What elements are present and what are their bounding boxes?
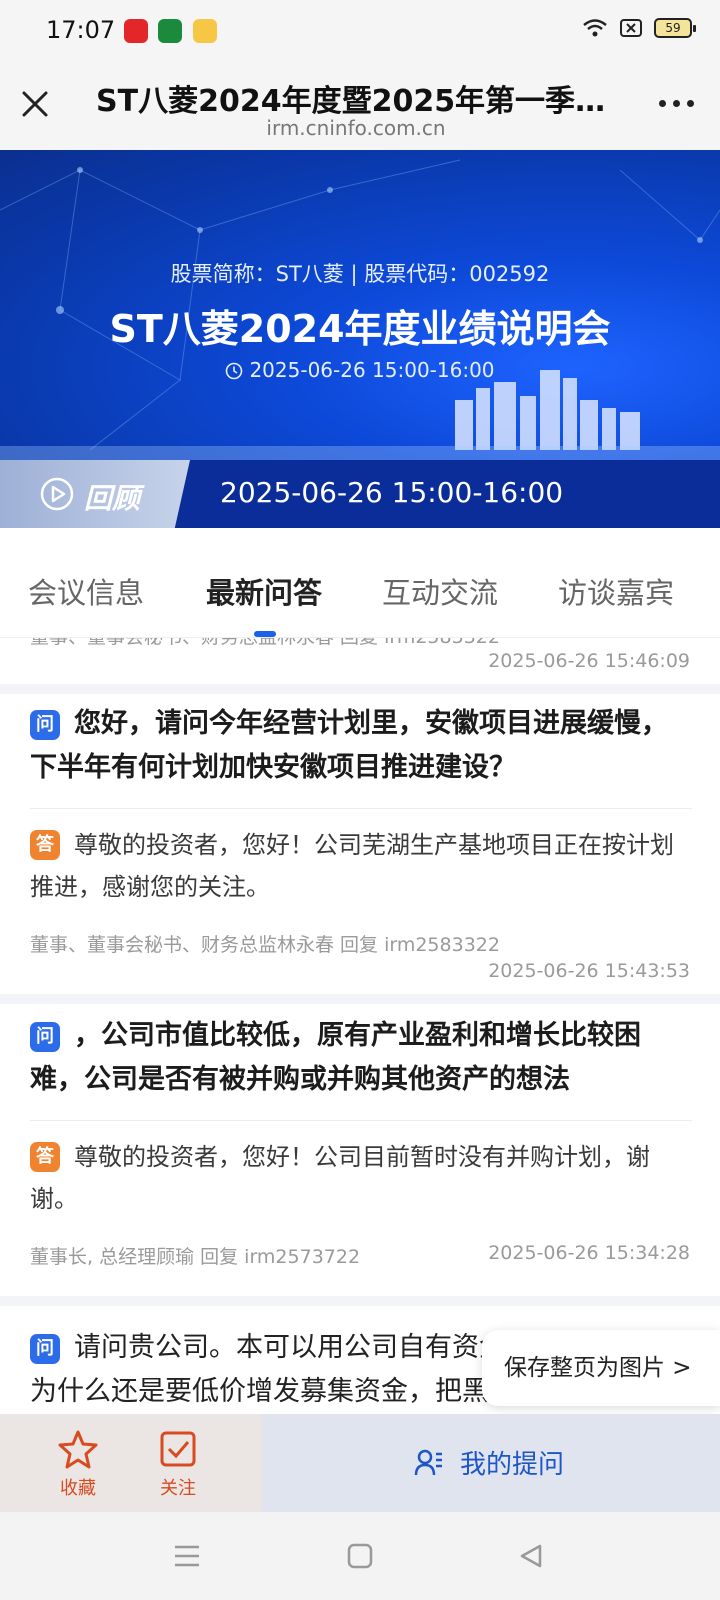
app-notification-icon <box>124 19 148 43</box>
follow-button[interactable]: 关注 <box>138 1428 218 1500</box>
qa-list: 董事、董事会秘书、财务总监林永春 回复 irm2583322 2025-06-2… <box>0 638 720 1414</box>
page-url: irm.cninfo.com.cn <box>266 116 446 140</box>
answer-meta: 董事长, 总经理顾瑜 回复 irm2573722 <box>30 1246 361 1268</box>
battery-icon: 59 <box>654 18 696 38</box>
replay-time: 2025-06-26 15:00-16:00 <box>220 476 564 509</box>
clock-icon <box>226 362 243 380</box>
more-options-icon[interactable] <box>659 100 694 107</box>
answer-meta: 董事、董事会秘书、财务总监林永春 回复 irm2583322 <box>30 638 500 649</box>
app-notification-icon <box>158 19 182 43</box>
status-bar: 17:07 59 <box>0 0 720 64</box>
question-text: 您好，请问今年经营计划里，安徽项目进展缓慢，下半年有何计划加快安徽项目推进建设？ <box>30 708 668 783</box>
tab-bar: 会议信息 最新问答 互动交流 访谈嘉宾 <box>0 528 720 638</box>
replay-bar: 回顾 2025-06-26 15:00-16:00 <box>0 460 720 528</box>
qa-card: 董事、董事会秘书、财务总监林永春 回复 irm2583322 2025-06-2… <box>0 638 720 684</box>
wifi-icon <box>583 19 607 37</box>
tab-meeting-info[interactable]: 会议信息 <box>28 570 144 612</box>
banner-time-text: 2025-06-26 15:00-16:00 <box>249 358 495 382</box>
menu-icon[interactable] <box>174 1544 200 1568</box>
action-left-panel: 收藏 关注 <box>0 1414 262 1512</box>
page-title: ST八菱2024年度暨2025年第一季度… <box>96 84 616 119</box>
banner-stock-info: 股票简称：ST八菱 | 股票代码：002592 <box>170 262 550 286</box>
user-question-icon <box>414 1449 442 1476</box>
answer-text: 尊敬的投资者，您好！公司目前暂时没有并购计划，谢谢。 <box>30 1143 650 1213</box>
sim-blocked-icon <box>620 19 642 37</box>
status-icons: 59 <box>582 18 696 38</box>
banner-time: 2025-06-26 15:00-16:00 <box>0 358 720 382</box>
app-notification-icon <box>193 19 217 43</box>
title-bar: ST八菱2024年度暨2025年第一季度… irm.cninfo.com.cn <box>0 64 720 150</box>
play-circle-icon <box>40 477 74 511</box>
follow-label: 关注 <box>160 1478 196 1499</box>
banner-title: ST八菱2024年度业绩说明会 <box>109 307 611 351</box>
active-tab-indicator <box>254 631 276 637</box>
status-time: 17:07 <box>46 16 116 44</box>
back-icon[interactable] <box>518 1543 544 1569</box>
bottom-action-bar: 收藏 关注 我的提问 <box>0 1414 720 1512</box>
system-nav-bar <box>0 1512 720 1600</box>
answer-timestamp: 2025-06-26 15:46:09 <box>488 650 690 672</box>
my-question-label: 我的提问 <box>460 1450 565 1480</box>
home-icon[interactable] <box>347 1543 373 1569</box>
save-page-as-image-button[interactable]: 保存整页为图片 > <box>482 1330 720 1406</box>
replay-button[interactable]: 回顾 <box>0 460 190 528</box>
tab-interaction[interactable]: 互动交流 <box>382 570 498 612</box>
event-banner: 股票简称：ST八菱 | 股票代码：002592 ST八菱2024年度业绩说明会 … <box>0 150 720 460</box>
qa-card[interactable]: 问 ，公司市值比较低，原有产业盈利和增长比较困难，公司是否有被并购或并购其他资产… <box>0 1004 720 1296</box>
replay-label: 回顾 <box>84 482 141 515</box>
divider <box>30 808 692 809</box>
star-icon <box>58 1430 98 1469</box>
close-icon[interactable] <box>20 89 50 119</box>
favorite-button[interactable]: 收藏 <box>38 1428 118 1500</box>
question-text: ，公司市值比较低，原有产业盈利和增长比较困难，公司是否有被并购或并购其他资产的想… <box>30 1020 641 1095</box>
favorite-label: 收藏 <box>60 1478 96 1499</box>
answer-timestamp: 2025-06-26 15:43:53 <box>488 960 690 982</box>
answer-meta: 董事、董事会秘书、财务总监林永春 回复 irm2583322 <box>30 934 500 956</box>
qa-card[interactable]: 问 您好，请问今年经营计划里，安徽项目进展缓慢，下半年有何计划加快安徽项目推进建… <box>0 694 720 994</box>
answer-text: 尊敬的投资者，您好！公司芜湖生产基地项目正在按计划推进，感谢您的关注。 <box>30 831 674 901</box>
tab-latest-qa[interactable]: 最新问答 <box>206 570 322 612</box>
tab-guests[interactable]: 访谈嘉宾 <box>558 570 674 612</box>
divider <box>30 1120 692 1121</box>
checkbox-icon <box>160 1431 196 1467</box>
answer-timestamp: 2025-06-26 15:34:28 <box>488 1242 690 1264</box>
